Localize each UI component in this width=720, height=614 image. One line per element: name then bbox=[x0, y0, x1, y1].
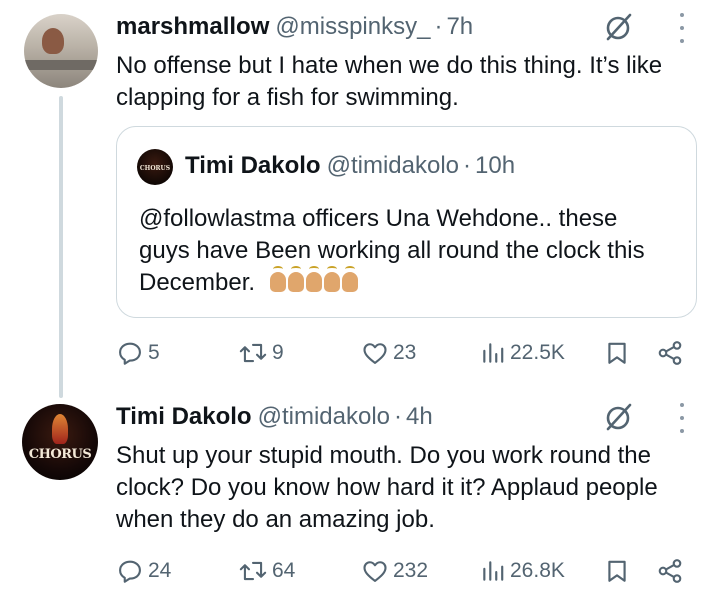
avatar-timi-dakolo[interactable]: CHORUS bbox=[22, 404, 98, 480]
heart-icon bbox=[363, 343, 387, 364]
bookmark-button[interactable] bbox=[604, 337, 630, 369]
views-button[interactable]: 22.5K bbox=[480, 337, 565, 369]
grok-icon[interactable] bbox=[602, 401, 634, 433]
post-time[interactable]: 7h bbox=[446, 13, 473, 41]
post-text-line: when they do an amazing job. bbox=[116, 506, 435, 533]
clap-emoji bbox=[341, 266, 358, 292]
separator-dot: · bbox=[434, 13, 443, 40]
post-text-line: Shut up your stupid mouth. Do you work r… bbox=[116, 442, 651, 469]
avatar-logo-figure bbox=[52, 414, 68, 444]
post-text-line: clock? Do you know how hard it it? Appla… bbox=[116, 474, 658, 501]
reply-count: 5 bbox=[148, 341, 160, 364]
post2-action-bar: 24 64 232 26.8K bbox=[116, 555, 696, 587]
separator-dot: · bbox=[463, 152, 472, 179]
clap-emoji-group bbox=[268, 266, 358, 296]
user-handle[interactable]: @misspinksy_ bbox=[275, 13, 430, 41]
like-count: 232 bbox=[393, 559, 429, 582]
quoted-display-name: Timi Dakolo bbox=[185, 152, 321, 179]
clap-emoji bbox=[323, 266, 340, 292]
like-button[interactable]: 232 bbox=[361, 555, 428, 587]
display-name[interactable]: Timi Dakolo bbox=[116, 403, 252, 431]
post1-action-bar: 5 9 23 22.5K bbox=[116, 337, 696, 369]
quoted-text-line: guys have Been working all round the clo… bbox=[139, 237, 645, 264]
bookmark-icon bbox=[608, 560, 626, 582]
like-count: 23 bbox=[393, 341, 417, 364]
like-button[interactable]: 23 bbox=[361, 337, 416, 369]
reply-button[interactable]: 5 bbox=[116, 337, 160, 369]
avatar-logo-text: CHORUS bbox=[28, 447, 92, 462]
post-text-line: clapping for a fish for swimming. bbox=[116, 84, 459, 111]
bookmark-button[interactable] bbox=[604, 555, 630, 587]
quoted-text-line-3: December. bbox=[139, 266, 684, 299]
clap-emoji bbox=[305, 266, 322, 292]
heart-icon bbox=[363, 561, 387, 582]
avatar-photo-figure bbox=[42, 28, 64, 54]
quoted-avatar[interactable]: CHORUS bbox=[137, 149, 173, 185]
avatar-logo-text: CHORUS bbox=[139, 165, 171, 172]
avatar-photo-detail bbox=[24, 60, 98, 70]
separator-dot: · bbox=[394, 403, 403, 430]
bookmark-icon bbox=[608, 342, 626, 364]
user-handle[interactable]: @timidakolo bbox=[258, 403, 390, 431]
views-icon bbox=[483, 561, 504, 581]
share-button[interactable] bbox=[656, 555, 684, 587]
post2-header: Timi Dakolo @timidakolo · 4h bbox=[116, 400, 433, 434]
reply-icon bbox=[119, 560, 141, 583]
quoted-handle: @timidakolo bbox=[326, 152, 460, 179]
repost-count: 64 bbox=[272, 559, 296, 582]
quoted-text-line: @followlastma officers Una Wehdone.. the… bbox=[139, 205, 618, 232]
views-icon bbox=[483, 343, 504, 363]
quoted-text-line: December. bbox=[139, 269, 256, 296]
reply-icon bbox=[119, 342, 141, 365]
more-icon[interactable] bbox=[677, 403, 687, 433]
repost-icon bbox=[239, 343, 267, 363]
quoted-text: @followlastma officers Una Wehdone.. the… bbox=[139, 203, 684, 299]
thread-connector-line bbox=[59, 96, 63, 398]
post1-text: No offense but I hate when we do this th… bbox=[116, 50, 662, 114]
quoted-post[interactable]: CHORUS Timi Dakolo @timidakolo · 10h @fo… bbox=[116, 126, 697, 318]
grok-icon[interactable] bbox=[602, 11, 634, 43]
clap-emoji bbox=[287, 266, 304, 292]
clap-emoji bbox=[269, 266, 286, 292]
post-time[interactable]: 4h bbox=[406, 403, 433, 431]
share-button[interactable] bbox=[656, 337, 684, 369]
post-text-line: No offense but I hate when we do this th… bbox=[116, 52, 663, 79]
views-count: 22.5K bbox=[510, 341, 565, 364]
share-icon bbox=[658, 341, 682, 365]
display-name[interactable]: marshmallow bbox=[116, 13, 269, 41]
post2-text: Shut up your stupid mouth. Do you work r… bbox=[116, 440, 658, 536]
repost-button[interactable]: 64 bbox=[238, 555, 295, 587]
reply-count: 24 bbox=[148, 559, 172, 582]
repost-icon bbox=[239, 561, 267, 581]
quoted-time: 10h bbox=[475, 152, 516, 179]
share-icon bbox=[658, 559, 682, 583]
more-icon[interactable] bbox=[677, 13, 687, 43]
views-button[interactable]: 26.8K bbox=[480, 555, 565, 587]
quoted-header: Timi Dakolo @timidakolo · 10h bbox=[185, 149, 515, 183]
reply-button[interactable]: 24 bbox=[116, 555, 171, 587]
repost-count: 9 bbox=[272, 341, 284, 364]
avatar-marshmallow[interactable] bbox=[24, 14, 98, 88]
repost-button[interactable]: 9 bbox=[238, 337, 284, 369]
post1-header: marshmallow @misspinksy_ · 7h bbox=[116, 10, 473, 44]
views-count: 26.8K bbox=[510, 559, 565, 582]
